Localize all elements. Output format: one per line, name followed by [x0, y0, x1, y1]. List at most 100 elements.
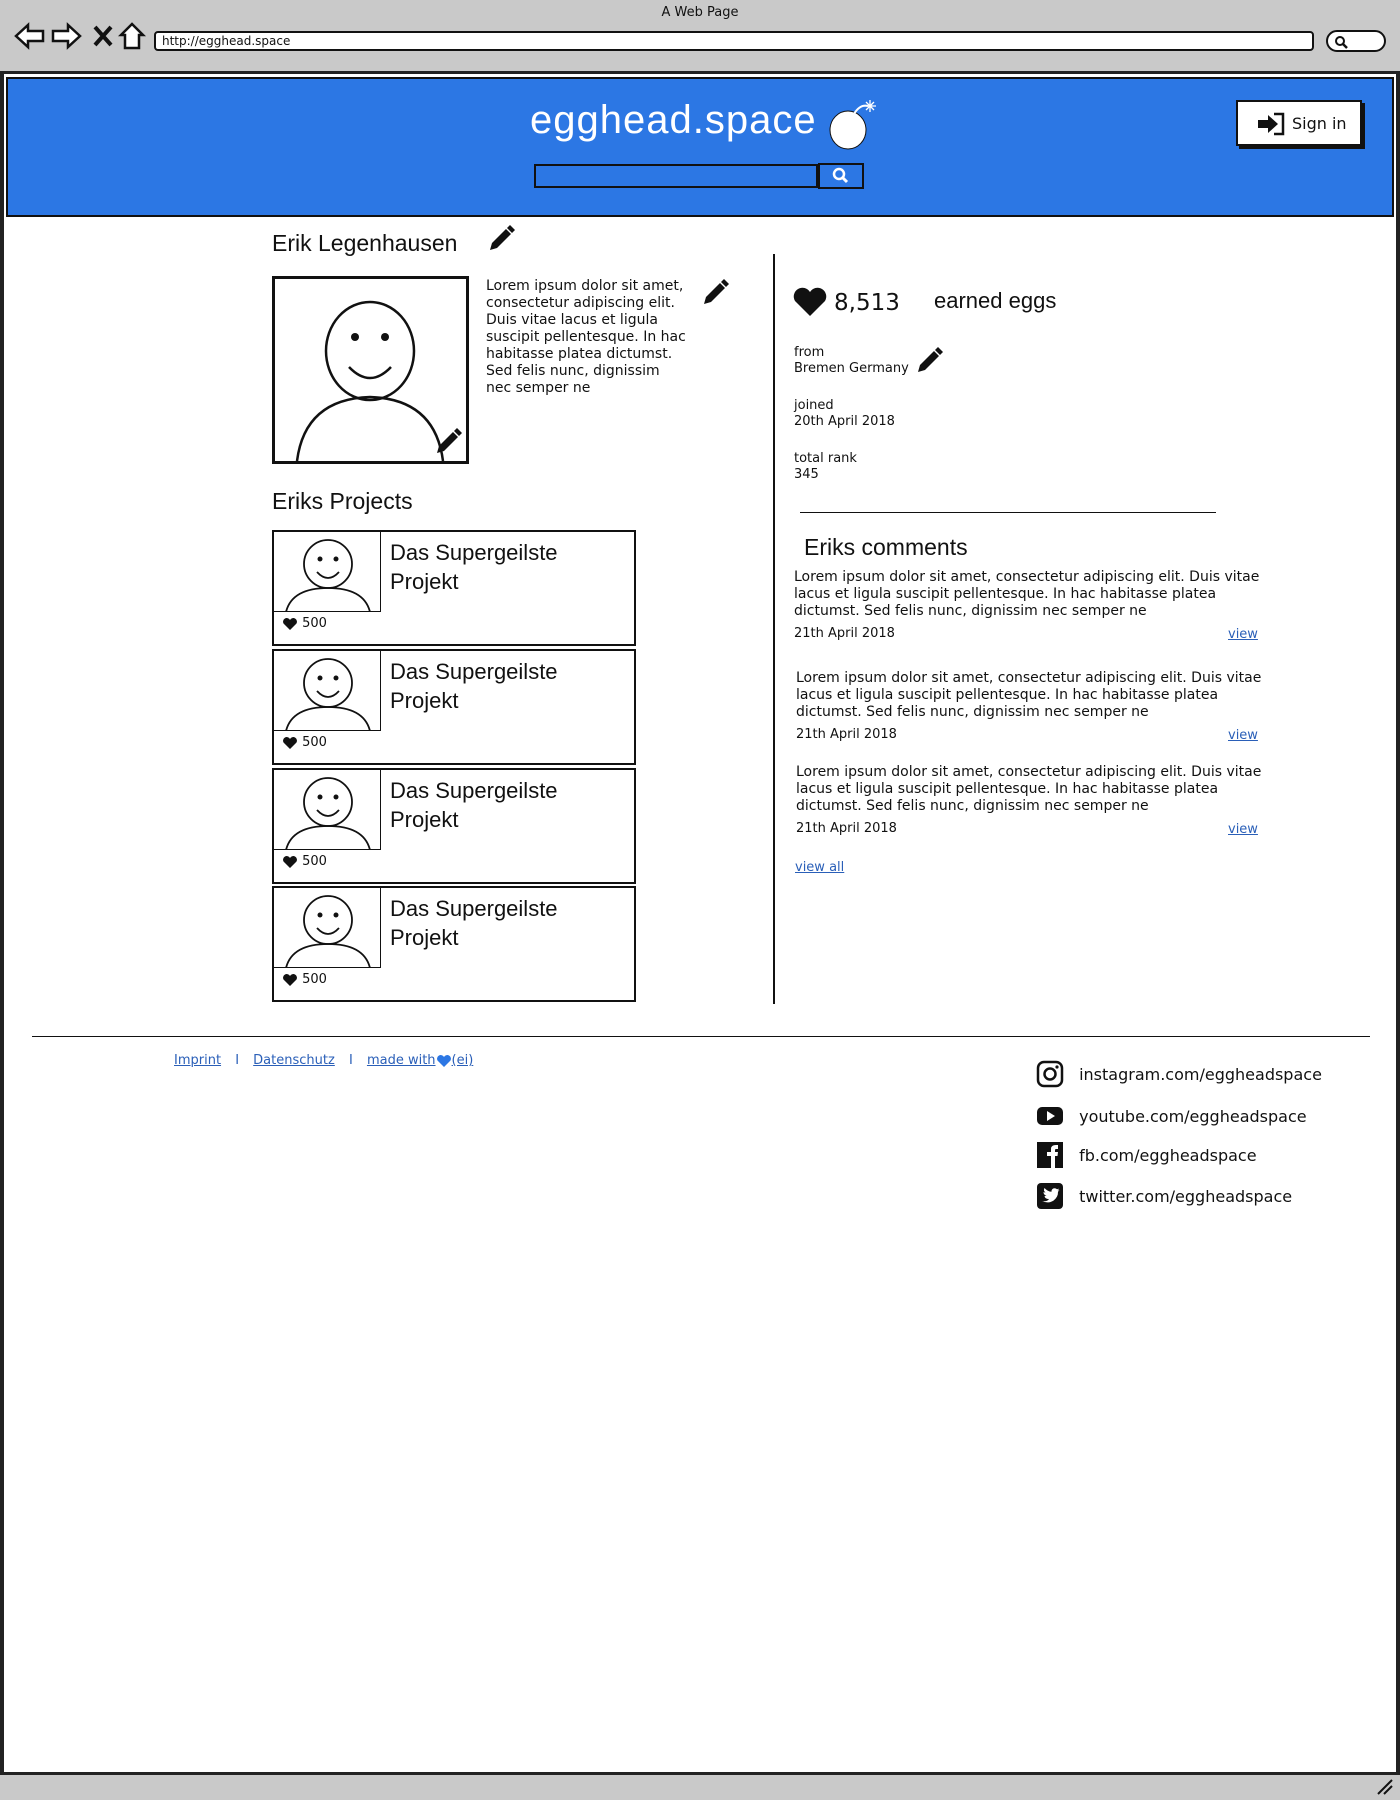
from-value: Bremen Germany [794, 361, 909, 376]
social-link-twitter[interactable]: twitter.com/eggheadspace [1036, 1182, 1292, 1212]
comment-date: 21th April 2018 [796, 821, 897, 836]
project-title: Das Supergeilste Projekt [390, 778, 558, 832]
window-frame-left [0, 74, 4, 1774]
project-card[interactable]: Das Supergeilste Projekt 500 [272, 768, 636, 884]
social-link-text: fb.com/eggheadspace [1079, 1145, 1257, 1165]
social-link-facebook[interactable]: fb.com/eggheadspace [1036, 1141, 1257, 1171]
edit-location-pencil-icon[interactable] [914, 346, 944, 376]
eggs-label: earned eggs [934, 288, 1057, 313]
heart-icon [793, 287, 827, 316]
rank-label: total rank [794, 451, 857, 466]
window-title: A Web Page [661, 5, 739, 20]
heart-icon [283, 736, 297, 749]
project-placeholder-icon [285, 895, 371, 967]
view-all-comments-link[interactable]: view all [795, 860, 844, 875]
social-link-text: twitter.com/eggheadspace [1079, 1186, 1293, 1206]
footer-links: Imprint I Datenschutz I made with (ei) [174, 1053, 473, 1068]
comment-date: 21th April 2018 [794, 626, 895, 641]
youtube-icon [1037, 1107, 1063, 1125]
footer-divider [32, 1036, 1370, 1037]
sign-in-label: Sign in [1292, 114, 1347, 133]
project-card[interactable]: Das Supergeilste Projekt 500 [272, 530, 636, 646]
project-likes: 500 [282, 854, 327, 869]
project-title: Das Supergeilste Projekt [390, 896, 558, 950]
imprint-link[interactable]: Imprint [174, 1053, 221, 1068]
project-likes-count: 500 [302, 616, 327, 631]
social-link-instagram[interactable]: instagram.com/eggheadspace [1036, 1060, 1322, 1090]
profile-bio: Lorem ipsum dolor sit amet, consectetur … [486, 278, 686, 396]
sign-in-button[interactable]: Sign in [1236, 100, 1362, 146]
comment-text: Lorem ipsum dolor sit amet, consectetur … [796, 670, 1262, 720]
from-label: from [794, 345, 825, 360]
profile-name: Erik Legenhausen [272, 230, 458, 256]
eggs-count: 8,513 [834, 290, 900, 316]
heart-icon [436, 1054, 451, 1067]
project-thumbnail [274, 888, 381, 968]
instagram-icon [1036, 1060, 1064, 1088]
comment-text: Lorem ipsum dolor sit amet, consectetur … [794, 569, 1260, 619]
social-link-youtube[interactable]: youtube.com/eggheadspace [1036, 1102, 1307, 1132]
home-icon[interactable] [118, 21, 146, 51]
project-thumbnail [274, 770, 381, 850]
made-with-suffix: (ei) [451, 1053, 474, 1068]
project-thumbnail [274, 532, 381, 612]
project-placeholder-icon [285, 539, 371, 611]
resize-grip-icon[interactable] [1374, 1776, 1394, 1796]
project-likes: 500 [282, 616, 327, 631]
heart-icon [283, 855, 297, 868]
project-likes: 500 [282, 972, 327, 987]
project-likes-count: 500 [302, 854, 327, 869]
window-frame-right [1396, 74, 1400, 1774]
search-icon [1335, 36, 1348, 49]
site-search-input[interactable] [534, 164, 818, 188]
project-thumbnail [274, 651, 381, 731]
column-divider [773, 254, 775, 1004]
section-divider [800, 512, 1216, 513]
facebook-icon [1037, 1142, 1063, 1168]
site-search-button[interactable] [818, 163, 864, 189]
browser-search-field[interactable] [1326, 30, 1386, 52]
stop-icon[interactable] [92, 24, 114, 48]
search-icon [832, 167, 849, 184]
made-with-link[interactable]: made with (ei) [367, 1053, 473, 1068]
footer-separator: I [235, 1053, 240, 1068]
twitter-icon [1037, 1183, 1063, 1209]
url-bar[interactable]: http://egghead.space [154, 31, 1314, 51]
rank-value: 345 [794, 467, 819, 482]
joined-value: 20th April 2018 [794, 414, 895, 429]
edit-avatar-pencil-icon[interactable] [433, 427, 463, 457]
joined-label: joined [794, 398, 834, 413]
project-placeholder-icon [285, 658, 371, 730]
profile-avatar[interactable] [272, 276, 469, 464]
projects-heading: Eriks Projects [272, 488, 413, 514]
privacy-link[interactable]: Datenschutz [253, 1053, 335, 1068]
bomb-egg-logo-icon [829, 100, 876, 150]
edit-name-pencil-icon[interactable] [486, 224, 516, 254]
made-with-label: made with [366, 1053, 436, 1068]
comment-text: Lorem ipsum dolor sit amet, consectetur … [796, 764, 1262, 814]
project-likes-count: 500 [302, 735, 327, 750]
social-link-text: youtube.com/eggheadspace [1079, 1106, 1307, 1126]
social-link-text: instagram.com/eggheadspace [1079, 1064, 1322, 1084]
project-card[interactable]: Das Supergeilste Projekt 500 [272, 886, 636, 1002]
project-card[interactable]: Das Supergeilste Projekt 500 [272, 649, 636, 765]
comment-view-link[interactable]: view [1228, 728, 1258, 743]
project-title: Das Supergeilste Projekt [390, 659, 558, 713]
comment-date: 21th April 2018 [796, 727, 897, 742]
footer-separator: I [348, 1053, 353, 1068]
site-logo-text[interactable]: egghead.space [530, 98, 817, 143]
forward-icon[interactable] [50, 22, 82, 50]
project-placeholder-icon [285, 777, 371, 849]
comments-heading: Eriks comments [804, 534, 968, 560]
sign-in-icon [1258, 112, 1285, 136]
project-likes: 500 [282, 735, 327, 750]
comment-view-link[interactable]: view [1228, 627, 1258, 642]
project-title: Das Supergeilste Projekt [390, 540, 558, 594]
heart-icon [283, 617, 297, 630]
browser-status-bar [0, 1772, 1400, 1800]
back-icon[interactable] [14, 22, 46, 50]
project-likes-count: 500 [302, 972, 327, 987]
heart-icon [283, 973, 297, 986]
comment-view-link[interactable]: view [1228, 822, 1258, 837]
edit-bio-pencil-icon[interactable] [700, 278, 730, 308]
